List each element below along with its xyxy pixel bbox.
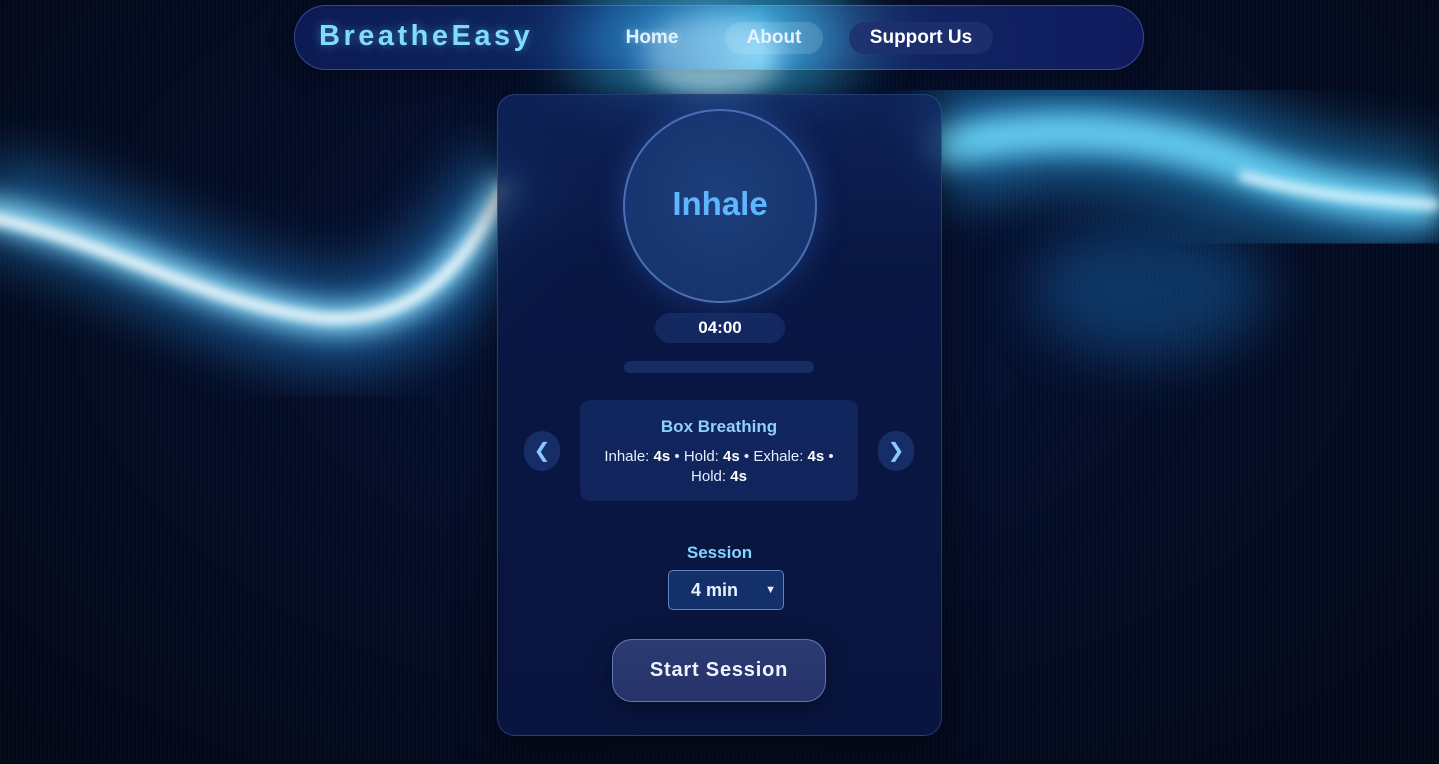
start-session-button[interactable]: Start Session xyxy=(612,639,826,702)
step-separator: • xyxy=(828,448,834,465)
breathing-card: Inhale 04:00 ❮ Box Breathing Inhale: 4s … xyxy=(497,94,942,736)
pattern-details: Inhale: 4s • Hold: 4s • Exhale: 4s • Hol… xyxy=(594,447,844,487)
session-timer: 04:00 xyxy=(655,313,785,343)
pattern-box: Box Breathing Inhale: 4s • Hold: 4s • Ex… xyxy=(580,400,858,501)
step-inhale-value: 4s xyxy=(653,448,671,465)
nav-about-link[interactable]: About xyxy=(725,22,823,54)
step-hold2-value: 4s xyxy=(730,468,747,485)
brand-logo[interactable]: BreatheEasy xyxy=(319,20,533,53)
nav-support-link[interactable]: Support Us xyxy=(849,22,993,54)
next-pattern-button[interactable]: ❯ xyxy=(878,431,914,471)
progress-bar xyxy=(624,361,814,373)
step-hold-value: 4s xyxy=(723,448,740,465)
phase-label: Inhale xyxy=(672,185,768,222)
navbar: BreatheEasy Home About Support Us xyxy=(294,5,1144,70)
session-duration-select[interactable]: 4 min ▼ xyxy=(668,570,784,610)
nav-home-link[interactable]: Home xyxy=(615,22,689,54)
step-exhale-label: Exhale: xyxy=(753,448,804,465)
pattern-name: Box Breathing xyxy=(660,417,778,436)
session-label: Session xyxy=(686,543,753,562)
step-separator: • xyxy=(743,448,750,465)
step-hold-label: Hold: xyxy=(683,448,719,465)
chevron-left-icon: ❮ xyxy=(533,440,551,462)
step-separator: • xyxy=(674,448,680,465)
session-selected-value: 4 min xyxy=(691,580,739,600)
breath-circle: Inhale xyxy=(623,109,817,303)
step-hold2-label: Hold: xyxy=(691,468,727,485)
prev-pattern-button[interactable]: ❮ xyxy=(524,431,560,471)
step-exhale-value: 4s xyxy=(807,448,825,465)
chevron-right-icon: ❯ xyxy=(887,440,905,462)
step-inhale-label: Inhale: xyxy=(604,448,650,465)
chevron-down-icon: ▼ xyxy=(765,584,776,596)
